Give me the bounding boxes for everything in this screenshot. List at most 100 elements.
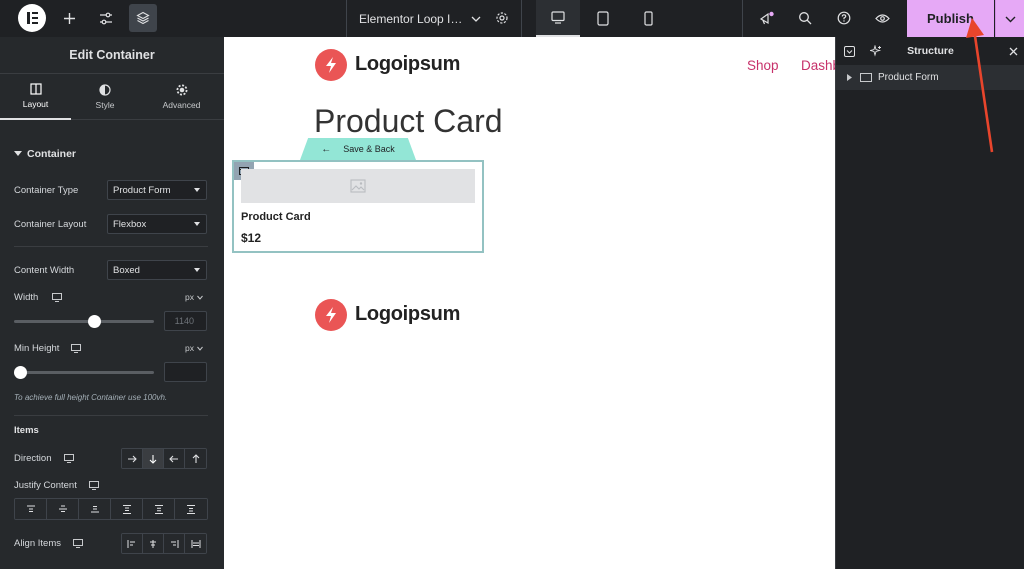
desktop-icon bbox=[551, 11, 565, 24]
arrow-up-icon bbox=[192, 453, 199, 463]
structure-title: Structure bbox=[907, 45, 954, 57]
desktop-icon[interactable] bbox=[63, 454, 74, 463]
panel-title: Edit Container bbox=[0, 37, 224, 74]
align-center-button[interactable] bbox=[143, 534, 164, 553]
tab-layout[interactable]: Layout bbox=[0, 74, 71, 120]
container-type-select[interactable]: Product Form bbox=[107, 180, 207, 200]
elementor-logo-icon[interactable] bbox=[18, 4, 46, 32]
align-end-button[interactable] bbox=[164, 534, 185, 553]
site-logo-text[interactable]: Logoipsum bbox=[355, 53, 460, 76]
width-slider-handle[interactable] bbox=[87, 315, 101, 328]
product-price[interactable]: $12 bbox=[241, 231, 261, 245]
ai-sparkle-icon[interactable] bbox=[870, 45, 882, 57]
tab-label: Advanced bbox=[162, 100, 201, 110]
top-bar: Elementor Loop Item Publish bbox=[0, 0, 1024, 37]
desktop-icon[interactable] bbox=[71, 344, 82, 353]
direction-row-reverse-button[interactable] bbox=[164, 449, 185, 468]
desktop-icon[interactable] bbox=[73, 539, 83, 548]
width-input[interactable]: 1140 bbox=[164, 311, 207, 331]
search-icon bbox=[799, 12, 812, 25]
min-height-unit-select[interactable]: px bbox=[185, 343, 203, 353]
align-stretch-button[interactable] bbox=[185, 534, 206, 553]
justify-end-icon bbox=[90, 506, 99, 513]
structure-item-product-form[interactable]: Product Form bbox=[836, 65, 1024, 90]
footer-logo-bolt-icon[interactable] bbox=[315, 299, 347, 331]
nav-link-dashboard[interactable]: Dashb bbox=[801, 58, 835, 73]
caret-down-icon bbox=[14, 151, 22, 156]
help-button[interactable] bbox=[830, 4, 858, 32]
page-title: Product Card bbox=[314, 103, 503, 139]
site-settings-button[interactable] bbox=[92, 4, 120, 32]
publish-options-button[interactable] bbox=[995, 0, 1024, 37]
justify-start-button[interactable] bbox=[15, 499, 47, 519]
finder-button[interactable] bbox=[791, 4, 819, 32]
add-element-button[interactable] bbox=[55, 4, 83, 32]
footer-logo-text[interactable]: Logoipsum bbox=[355, 303, 460, 326]
direction-row-button[interactable] bbox=[122, 449, 143, 468]
device-mobile-button[interactable] bbox=[634, 4, 662, 32]
justify-space-evenly-button[interactable] bbox=[175, 499, 207, 519]
nav-link-shop[interactable]: Shop bbox=[747, 58, 779, 73]
product-image-placeholder[interactable] bbox=[241, 169, 475, 203]
preview-canvas[interactable]: Logoipsum Shop Dashb Product Card ← Save… bbox=[224, 37, 835, 569]
section-container-toggle[interactable]: Container bbox=[14, 148, 76, 160]
justify-space-around-button[interactable] bbox=[143, 499, 175, 519]
full-height-hint: To achieve full height Container use 100… bbox=[14, 393, 168, 402]
width-slider-track[interactable] bbox=[14, 320, 154, 323]
space-between-icon bbox=[122, 504, 131, 514]
min-height-slider-handle[interactable] bbox=[14, 366, 27, 379]
collapse-all-icon[interactable] bbox=[844, 46, 855, 57]
desktop-icon[interactable] bbox=[52, 293, 63, 302]
publish-button[interactable]: Publish bbox=[907, 0, 994, 37]
width-label: Width bbox=[14, 292, 39, 303]
min-height-slider-track[interactable] bbox=[14, 371, 154, 374]
whats-new-button[interactable] bbox=[753, 4, 781, 32]
close-icon[interactable] bbox=[1009, 47, 1018, 56]
content-width-select[interactable]: Boxed bbox=[107, 260, 207, 280]
align-items-button-group bbox=[121, 533, 207, 554]
tab-style[interactable]: Style bbox=[71, 74, 139, 120]
container-layout-select[interactable]: Flexbox bbox=[107, 214, 207, 234]
structure-header: Structure bbox=[836, 37, 1024, 65]
container-layout-label: Container Layout bbox=[14, 219, 87, 230]
unit-value: px bbox=[185, 292, 194, 302]
device-desktop-button[interactable] bbox=[536, 0, 580, 37]
save-back-button[interactable]: ← Save & Back bbox=[300, 138, 416, 160]
product-name[interactable]: Product Card bbox=[241, 211, 311, 223]
direction-button-group bbox=[121, 448, 207, 469]
panel-body: Container Container Type Product Form Co… bbox=[0, 120, 224, 568]
preview-button[interactable] bbox=[868, 4, 896, 32]
direction-column-reverse-button[interactable] bbox=[185, 449, 206, 468]
select-value: Boxed bbox=[113, 264, 140, 276]
caret-right-icon[interactable] bbox=[847, 74, 852, 81]
divider bbox=[14, 415, 208, 416]
direction-column-button[interactable] bbox=[143, 449, 164, 468]
document-title: Elementor Loop Item bbox=[359, 11, 465, 26]
tab-advanced[interactable]: Advanced bbox=[139, 74, 224, 120]
width-unit-select[interactable]: px bbox=[185, 292, 203, 302]
min-height-input[interactable] bbox=[164, 362, 207, 382]
product-card-container[interactable]: Product Card $12 bbox=[232, 160, 484, 253]
justify-space-between-button[interactable] bbox=[111, 499, 143, 519]
desktop-icon[interactable] bbox=[88, 481, 99, 490]
align-items-label-row: Align Items bbox=[14, 538, 83, 549]
structure-item-label: Product Form bbox=[878, 72, 939, 83]
document-title-dropdown[interactable]: Elementor Loop Item bbox=[346, 0, 486, 37]
logo-bolt-icon[interactable] bbox=[315, 49, 347, 81]
device-tablet-button[interactable] bbox=[589, 4, 617, 32]
align-start-button[interactable] bbox=[122, 534, 143, 553]
caret-down-icon bbox=[194, 222, 200, 226]
chevron-down-icon bbox=[1005, 16, 1015, 22]
tab-label: Style bbox=[95, 100, 115, 110]
image-icon bbox=[350, 179, 366, 193]
unit-value: px bbox=[185, 343, 194, 353]
structure-toggle-button[interactable] bbox=[129, 4, 157, 32]
eye-icon bbox=[874, 13, 890, 23]
page-settings-button[interactable] bbox=[488, 4, 516, 32]
justify-center-button[interactable] bbox=[47, 499, 79, 519]
save-back-label: Save & Back bbox=[343, 144, 395, 154]
justify-end-button[interactable] bbox=[79, 499, 111, 519]
divider bbox=[521, 0, 522, 37]
arrow-down-icon bbox=[149, 454, 157, 464]
align-start-icon bbox=[127, 539, 135, 548]
